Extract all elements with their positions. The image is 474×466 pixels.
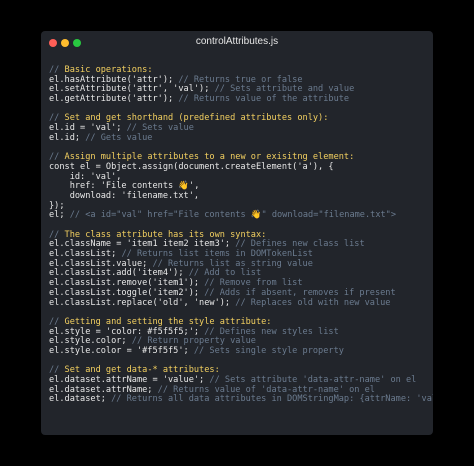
code-comment: // Defines new class list (235, 239, 365, 250)
code-text: el.classList.value; (49, 258, 153, 269)
code-comment: // Gets value (85, 132, 153, 143)
code-block[interactable]: // Basic operations: el.hasAttribute('att… (49, 65, 433, 405)
code-comment: // Sets attribute 'data-attr-name' on el (209, 375, 417, 385)
code-comment: // Returns true or false (178, 74, 303, 85)
code-line: el; // <a id="val" href="File contents 👋… (49, 210, 427, 221)
code-comment: // (49, 365, 65, 376)
code-comment: // (49, 113, 65, 124)
code-comment: // Return property value (131, 336, 256, 347)
code-text: el.dataset.attrName = 'value'; (49, 375, 210, 385)
code-text: download: 'filename.txt', (49, 190, 200, 201)
code-comment: // Defines new styles list (204, 326, 339, 337)
code-text: el.className = 'item1 item2 item3'; (49, 239, 236, 250)
code-text: el.dataset.attrName; (49, 384, 158, 395)
code-text: el.getAttribute('attr'); (49, 94, 179, 105)
code-line: el.getAttribute('attr'); // Returns valu… (49, 94, 427, 105)
editor-window: controlAttributes.js // Basic operations… (41, 31, 433, 435)
code-text: const el = Object.assign(document.create… (49, 161, 334, 172)
code-comment: // (49, 152, 65, 163)
section-heading-comment: Set and get shorthand (predefined attrib… (64, 113, 329, 124)
code-text: el.setAttribute('attr', 'val'); (49, 84, 215, 95)
code-comment: // <a id="val" href="File contents 👋" do… (69, 210, 397, 221)
code-text: el.id; (49, 132, 86, 143)
code-comment: // Adds if absent, removes if present (204, 287, 396, 298)
code-comment: // Returns value of 'data-attr-name' on … (157, 384, 375, 395)
code-text: el.classList.toggle('item2'); (49, 287, 205, 298)
title-bar: controlAttributes.js (41, 31, 433, 55)
code-comment: // Remove from list (204, 278, 303, 289)
code-text: href: 'File contents 👋', (49, 181, 200, 192)
code-comment: // Sets attribute and value (214, 84, 355, 95)
code-comment: // (49, 65, 65, 75)
code-text: el.style.color = '#f5f5f5'; (49, 345, 194, 356)
code-text: el.classList.replace('old', 'new'); (49, 297, 236, 308)
code-comment: // (49, 316, 65, 327)
code-comment: // Add to list (188, 268, 262, 279)
code-comment: // Sets single style property (193, 345, 344, 356)
code-comment: // Replaces old with new value (235, 297, 391, 308)
code-text: el.classList.remove('item1'); (49, 278, 205, 289)
section-heading-comment: Set and get data-* attributes: (64, 365, 220, 376)
code-text: el.style.color; (49, 336, 132, 347)
code-comment: // Sets value (126, 123, 194, 134)
code-line: download: 'filename.txt', (49, 190, 427, 202)
code-text: el.classList; (49, 249, 122, 260)
code-text: el.classList.add('item4'); (49, 268, 189, 279)
section-heading-comment: Assign multiple attributes to a new or e… (64, 152, 355, 163)
section-heading-comment: The class attribute has its own syntax: (64, 229, 267, 240)
code-comment: // Returns value of the attribute (178, 94, 350, 105)
section-heading-comment: Getting and setting the style attribute: (64, 316, 272, 327)
code-text: el.style = 'color: #f5f5f5;'; (49, 326, 205, 337)
code-comment: // Returns list as string value (152, 258, 313, 269)
code-line: el.dataset; // Returns all data attribut… (49, 394, 433, 405)
code-line: el.id; // Gets value (49, 132, 427, 144)
code-text: el.id = 'val'; (49, 123, 127, 134)
code-line: el.style.color = '#f5f5f5'; // Sets sing… (49, 345, 427, 357)
window-title: controlAttributes.js (195, 36, 279, 47)
code-comment: // Returns all data attributes in DOMStr… (111, 394, 433, 405)
section-heading-comment: Basic operations: (64, 65, 153, 75)
code-text: el.dataset; (49, 394, 112, 405)
code-text: el.hasAttribute('attr'); (49, 74, 179, 85)
code-comment: // Returns list items in DOMTokenList (121, 249, 313, 260)
code-comment: // (49, 229, 65, 240)
code-line: el.classList.replace('old', 'new'); // R… (49, 297, 427, 309)
code-text: el; (49, 210, 70, 221)
